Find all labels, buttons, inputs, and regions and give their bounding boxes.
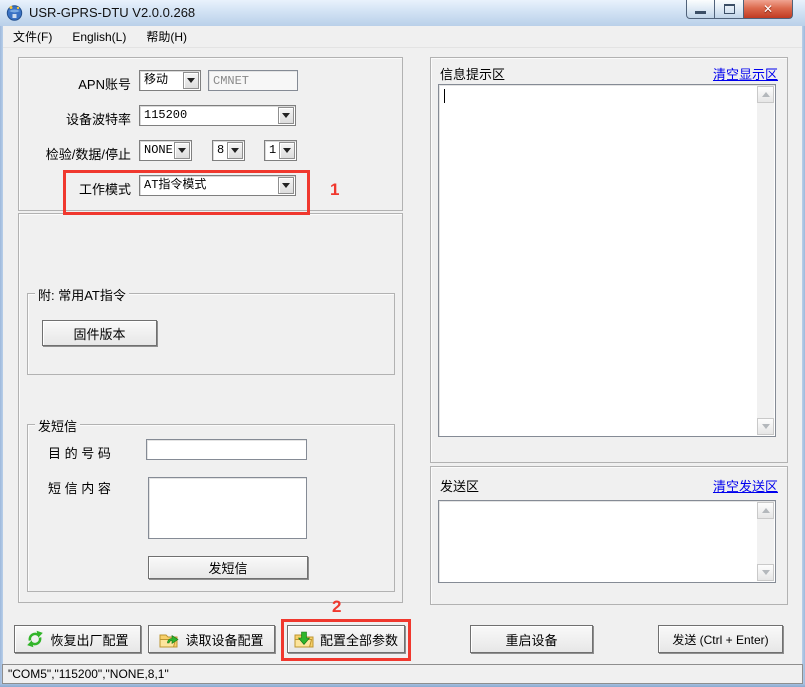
window-controls: ✕: [686, 0, 793, 20]
apn-select[interactable]: 移动: [139, 70, 201, 91]
status-bar: "COM5","115200","NONE,8,1": [2, 664, 803, 684]
scroll-down-icon: [761, 570, 770, 575]
stopbits-select-button[interactable]: [279, 142, 295, 159]
window-frame-left: [0, 26, 3, 684]
apn-select-button[interactable]: [183, 72, 199, 89]
apn-value-field[interactable]: [208, 70, 298, 91]
chevron-down-icon: [283, 148, 291, 153]
titlebar[interactable]: USR-GPRS-DTU V2.0.0.268 ✕: [0, 0, 805, 27]
baud-select-button[interactable]: [278, 107, 294, 124]
chevron-down-icon: [178, 148, 186, 153]
sms-group-title: 发短信: [35, 416, 81, 435]
databits-select[interactable]: 8: [212, 140, 245, 161]
annotation-number-1: 1: [330, 180, 340, 199]
scroll-up-button[interactable]: [757, 86, 774, 103]
parity-select-button[interactable]: [174, 142, 190, 159]
annotation-number-2: 2: [332, 597, 342, 616]
minimize-button[interactable]: [686, 0, 715, 19]
scroll-down-icon: [761, 424, 770, 429]
send-scrollbar[interactable]: [757, 502, 774, 581]
menu-bar: 文件(F) English(L) 帮助(H): [3, 26, 802, 48]
info-panel-title: 信息提示区: [440, 67, 506, 82]
databits-select-button[interactable]: [227, 142, 243, 159]
apn-label: APN账号: [78, 77, 131, 92]
at-command-group-title: 附: 常用AT指令: [35, 285, 129, 304]
menu-help[interactable]: 帮助(H): [136, 26, 197, 47]
scroll-down-button[interactable]: [757, 564, 774, 581]
menu-file[interactable]: 文件(F): [3, 26, 62, 47]
status-bar-text: "COM5","115200","NONE,8,1": [8, 667, 169, 681]
sms-send-button[interactable]: 发短信: [148, 556, 308, 579]
close-icon: ✕: [762, 2, 774, 16]
scroll-up-button[interactable]: [757, 502, 774, 519]
restart-device-button[interactable]: 重启设备: [470, 625, 593, 653]
folder-export-icon: [159, 634, 180, 647]
minimize-icon: [695, 10, 706, 14]
scroll-up-icon: [761, 92, 770, 97]
annotation-box-1: [63, 170, 310, 215]
maximize-button[interactable]: [715, 0, 744, 19]
menu-english[interactable]: English(L): [62, 28, 136, 46]
parity-select-value: NONE: [144, 143, 173, 157]
info-scrollbar[interactable]: [757, 86, 774, 435]
close-button[interactable]: ✕: [744, 0, 793, 19]
apn-select-value: 移动: [144, 73, 169, 87]
sms-content-label: 短 信 内 容: [48, 481, 111, 496]
firmware-version-button-label: 固件版本: [73, 326, 126, 342]
databits-select-value: 8: [217, 143, 225, 157]
read-config-button[interactable]: 读取设备配置: [148, 625, 275, 653]
window-title: USR-GPRS-DTU V2.0.0.268: [29, 5, 196, 20]
clear-send-link[interactable]: 清空发送区: [600, 476, 778, 495]
send-button-label: 发送 (Ctrl + Enter): [672, 632, 769, 647]
info-display-area[interactable]: [438, 84, 776, 437]
restore-factory-button-label: 恢复出厂配置: [50, 632, 129, 648]
sms-dest-input[interactable]: [146, 439, 307, 460]
sms-send-button-label: 发短信: [208, 561, 248, 576]
baud-select[interactable]: 115200: [139, 105, 296, 126]
restore-factory-button[interactable]: 恢复出厂配置: [14, 625, 141, 653]
scroll-down-button[interactable]: [757, 418, 774, 435]
app-icon: [6, 5, 23, 21]
restart-device-button-label: 重启设备: [505, 632, 558, 648]
read-config-button-label: 读取设备配置: [185, 632, 264, 648]
maximize-icon: [723, 4, 735, 14]
stopbits-select[interactable]: 1: [264, 140, 297, 161]
annotation-box-2: [281, 619, 411, 661]
baud-select-value: 115200: [144, 108, 188, 122]
send-panel-title: 发送区: [440, 479, 480, 494]
chevron-down-icon: [282, 113, 290, 118]
baud-label: 设备波特率: [65, 112, 131, 127]
refresh-arrows-icon: [27, 630, 44, 648]
send-input-area[interactable]: [438, 500, 776, 583]
clear-display-link[interactable]: 清空显示区: [600, 64, 778, 83]
firmware-version-button[interactable]: 固件版本: [42, 320, 157, 346]
scroll-up-icon: [761, 508, 770, 513]
app-window: USR-GPRS-DTU V2.0.0.268 ✕ 文件(F) English(…: [0, 0, 805, 687]
stopbits-select-value: 1: [269, 143, 277, 157]
text-caret: [444, 89, 445, 103]
send-button[interactable]: 发送 (Ctrl + Enter): [658, 625, 783, 653]
chevron-down-icon: [187, 78, 195, 83]
sms-dest-label: 目 的 号 码: [48, 446, 111, 461]
serial-format-label: 检验/数据/停止: [45, 147, 131, 162]
sms-content-textarea[interactable]: [148, 477, 307, 539]
chevron-down-icon: [231, 148, 239, 153]
parity-select[interactable]: NONE: [139, 140, 192, 161]
